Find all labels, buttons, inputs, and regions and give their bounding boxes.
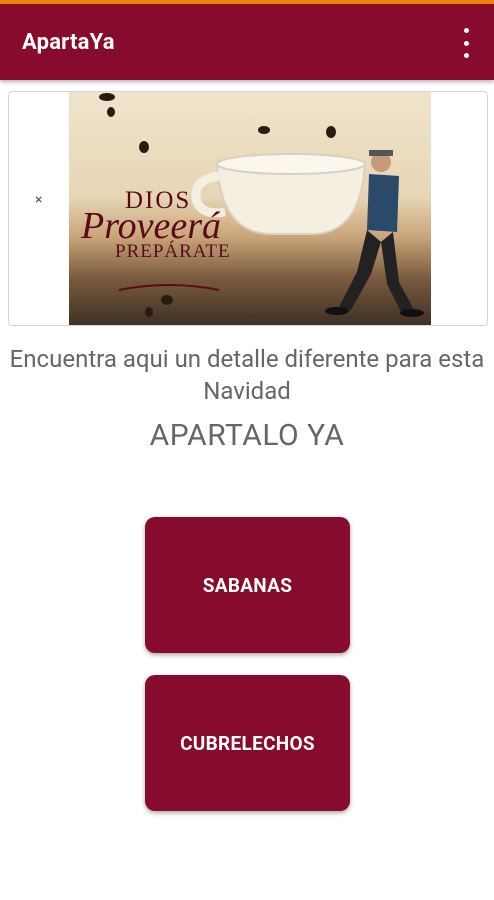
app-title: ApartaYa xyxy=(22,29,115,55)
sabanas-button[interactable]: SABANAS xyxy=(145,517,350,653)
ad-image[interactable]: DIOS Proveerá PREPÁRATE xyxy=(69,92,431,325)
close-icon[interactable]: × xyxy=(35,192,42,208)
tagline: Encuentra aqui un detalle diferente para… xyxy=(9,345,485,405)
overflow-menu-icon[interactable] xyxy=(454,28,478,58)
app-bar: ApartaYa xyxy=(0,4,494,80)
ad-banner[interactable]: × DIOS Proveerá PREPÁRATE xyxy=(8,91,488,326)
cubrelechos-button[interactable]: CUBRELECHOS xyxy=(145,675,350,811)
headline: APARTALO YA xyxy=(149,418,345,453)
ad-text-preparate: PREPÁRATE xyxy=(115,241,231,262)
